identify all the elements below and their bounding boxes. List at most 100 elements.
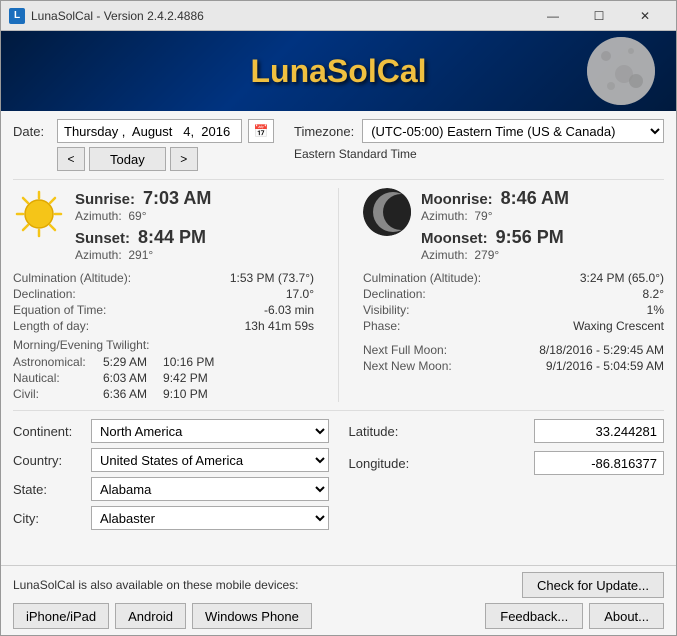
nautical-evening: 9:42 PM [163, 371, 208, 385]
date-section: Date: 📅 < Today > [13, 119, 274, 171]
sun-moon-divider [338, 188, 339, 402]
moon-visibility-label: Visibility: [363, 303, 409, 317]
moon-declination-value: 8.2° [643, 287, 664, 301]
moonset-azimuth-row: Azimuth: 279° [421, 248, 664, 262]
app-icon: L [9, 8, 25, 24]
next-new-value: 9/1/2016 - 5:04:59 AM [546, 359, 664, 373]
feedback-button[interactable]: Feedback... [485, 603, 583, 629]
iphone-button[interactable]: iPhone/iPad [13, 603, 109, 629]
next-date-button[interactable]: > [170, 147, 198, 171]
today-button[interactable]: Today [89, 147, 166, 171]
country-label: Country: [13, 453, 83, 468]
moonset-label: Moonset: [421, 230, 488, 247]
window-title: LunaSolCal - Version 2.4.2.4886 [31, 9, 530, 23]
sun-culmination-row: Culmination (Altitude): 1:53 PM (73.7°) [13, 270, 314, 286]
moon-culmination-label: Culmination (Altitude): [363, 271, 481, 285]
windows-phone-button[interactable]: Windows Phone [192, 603, 312, 629]
sun-length-value: 13h 41m 59s [245, 319, 314, 333]
moonrise-time: 8:46 AM [501, 188, 569, 209]
minimize-button[interactable]: — [530, 1, 576, 31]
sunset-label: Sunset: [75, 230, 130, 247]
twilight-header: Morning/Evening Twilight: [13, 338, 314, 352]
moonrise-azimuth-row: Azimuth: 79° [421, 209, 664, 223]
next-moon-section: Next Full Moon: 8/18/2016 - 5:29:45 AM N… [363, 342, 664, 374]
moonset-azimuth-label: Azimuth: [421, 248, 468, 262]
moon-column: Moonrise: 8:46 AM Azimuth: 79° Moonset: … [363, 188, 664, 402]
moon-rise-set-info: Moonrise: 8:46 AM Azimuth: 79° Moonset: … [421, 188, 664, 266]
sunrise-time: 7:03 AM [143, 188, 211, 209]
sunset-line: Sunset: 8:44 PM [75, 227, 314, 248]
sun-length-label: Length of day: [13, 319, 89, 333]
sunrise-azimuth-label: Azimuth: [75, 209, 122, 223]
sun-icon [13, 188, 65, 240]
date-row: Date: 📅 [13, 119, 274, 143]
timezone-label: Timezone: [294, 124, 354, 139]
nautical-times: 6:03 AM 9:42 PM [103, 371, 208, 385]
twilight-section: Morning/Evening Twilight: Astronomical: … [13, 338, 314, 402]
android-button[interactable]: Android [115, 603, 186, 629]
next-new-label: Next New Moon: [363, 359, 452, 373]
sunrise-line: Sunrise: 7:03 AM [75, 188, 314, 209]
latitude-input[interactable] [534, 419, 664, 443]
longitude-label: Longitude: [349, 456, 429, 471]
sunset-azimuth-row: Azimuth: 291° [75, 248, 314, 262]
moon-culmination-row: Culmination (Altitude): 3:24 PM (65.0°) [363, 270, 664, 286]
sunrise-azimuth-row: Azimuth: 69° [75, 209, 314, 223]
country-row: Country: United States of America [13, 448, 329, 472]
nautical-label: Nautical: [13, 371, 103, 385]
moonset-azimuth: 279° [474, 248, 499, 262]
timezone-row: Timezone: (UTC-05:00) Eastern Time (US &… [294, 119, 664, 143]
app-title: LunaSolCal [250, 53, 426, 90]
timezone-section: Timezone: (UTC-05:00) Eastern Time (US &… [294, 119, 664, 161]
country-select[interactable]: United States of America [91, 448, 329, 472]
sunrise-label: Sunrise: [75, 191, 135, 208]
moonset-time: 9:56 PM [496, 227, 564, 248]
astronomical-evening: 10:16 PM [163, 355, 214, 369]
astronomical-times: 5:29 AM 10:16 PM [103, 355, 214, 369]
mobile-buttons: iPhone/iPad Android Windows Phone [13, 603, 312, 629]
state-label: State: [13, 482, 83, 497]
location-right: Latitude: Longitude: [349, 419, 665, 530]
main-window: L LunaSolCal - Version 2.4.2.4886 — ☐ ✕ … [0, 0, 677, 636]
astronomical-row: Astronomical: 5:29 AM 10:16 PM [13, 354, 314, 370]
nautical-row: Nautical: 6:03 AM 9:42 PM [13, 370, 314, 386]
title-bar: L LunaSolCal - Version 2.4.2.4886 — ☐ ✕ [1, 1, 676, 31]
moon-culmination-value: 3:24 PM (65.0°) [580, 271, 664, 285]
moon-header-graphic [586, 36, 656, 106]
continent-select[interactable]: North America [91, 419, 329, 443]
prev-date-button[interactable]: < [57, 147, 85, 171]
moon-phase-label: Phase: [363, 319, 400, 333]
window-controls: — ☐ ✕ [530, 1, 668, 31]
sun-equation-value: -6.03 min [264, 303, 314, 317]
timezone-select[interactable]: (UTC-05:00) Eastern Time (US & Canada) [362, 119, 664, 143]
continent-label: Continent: [13, 424, 83, 439]
header-banner: LunaSolCal [1, 31, 676, 111]
sun-culmination-label: Culmination (Altitude): [13, 271, 131, 285]
city-select[interactable]: Alabaster [91, 506, 329, 530]
maximize-button[interactable]: ☐ [576, 1, 622, 31]
location-section: Continent: North America Country: United… [13, 410, 664, 530]
date-nav-row: < Today > [57, 147, 274, 171]
next-new-row: Next New Moon: 9/1/2016 - 5:04:59 AM [363, 358, 664, 374]
civil-row: Civil: 6:36 AM 9:10 PM [13, 386, 314, 402]
moon-declination-row: Declination: 8.2° [363, 286, 664, 302]
longitude-input[interactable] [534, 451, 664, 475]
state-select[interactable]: Alabama [91, 477, 329, 501]
city-row: City: Alabaster [13, 506, 329, 530]
main-content: Date: 📅 < Today > Timezone: (UTC-05:00) … [1, 111, 676, 565]
longitude-row: Longitude: [349, 451, 665, 475]
date-timezone-section: Date: 📅 < Today > Timezone: (UTC-05:00) … [13, 119, 664, 171]
close-button[interactable]: ✕ [622, 1, 668, 31]
calendar-button[interactable]: 📅 [248, 119, 274, 143]
state-row: State: Alabama [13, 477, 329, 501]
city-label: City: [13, 511, 83, 526]
date-input[interactable] [57, 119, 242, 143]
about-button[interactable]: About... [589, 603, 664, 629]
check-update-button[interactable]: Check for Update... [522, 572, 664, 598]
continent-row: Continent: North America [13, 419, 329, 443]
moon-declination-label: Declination: [363, 287, 426, 301]
latitude-label: Latitude: [349, 424, 429, 439]
sun-declination-row: Declination: 17.0° [13, 286, 314, 302]
footer-top: LunaSolCal is also available on these mo… [13, 572, 664, 598]
sun-moon-section: Sunrise: 7:03 AM Azimuth: 69° Sunset: 8:… [13, 179, 664, 402]
